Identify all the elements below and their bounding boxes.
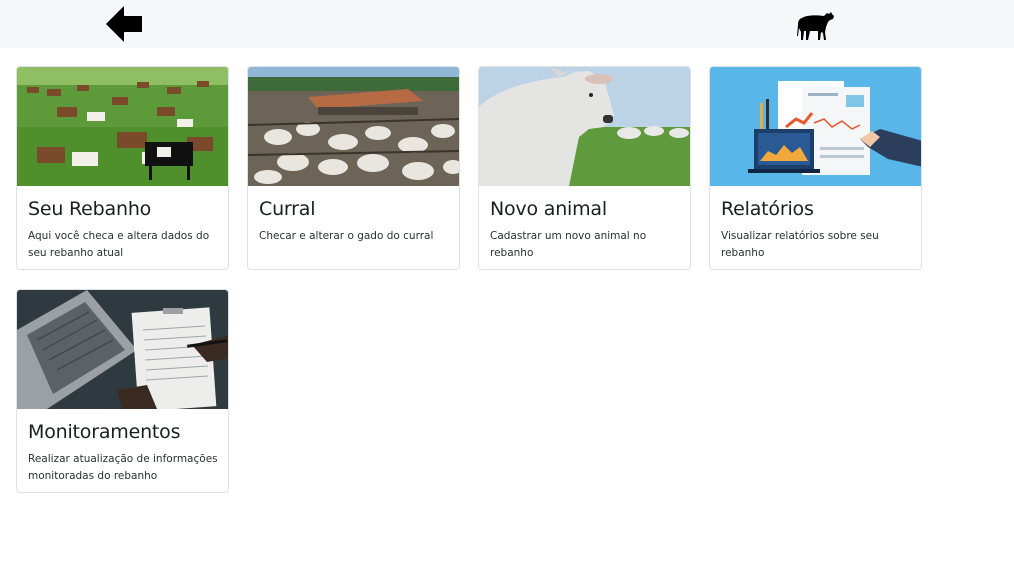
card-relatorios[interactable]: Relatórios Visualizar relatórios sobre s…: [709, 66, 922, 270]
card-curral[interactable]: Curral Checar e alterar o gado do curral: [247, 66, 460, 270]
card-title: Curral: [259, 198, 316, 220]
cows-grazing-photo: [17, 67, 228, 186]
card-title: Novo animal: [490, 198, 607, 220]
card-monitoramentos[interactable]: Monitoramentos Realizar atualização de i…: [16, 289, 229, 493]
cow-logo: [796, 8, 836, 42]
corral-cattle-photo: [248, 67, 459, 186]
arrow-left-icon: [106, 6, 142, 42]
card-description: Visualizar relatórios sobre seu rebanho: [721, 230, 879, 259]
card-title: Monitoramentos: [28, 421, 181, 443]
white-bull-photo: [479, 67, 690, 186]
card-description: Checar e alterar o gado do curral: [259, 230, 434, 242]
back-button[interactable]: [104, 5, 144, 43]
top-navbar: [0, 0, 1014, 48]
reports-illustration: [710, 67, 921, 186]
cow-icon: [797, 12, 834, 40]
card-seu-rebanho[interactable]: Seu Rebanho Aqui você checa e altera dad…: [16, 66, 229, 270]
card-description: Realizar atualização de informações moni…: [28, 453, 218, 482]
laptop-clipboard-photo: [17, 290, 228, 409]
card-description: Aqui você checa e altera dados do seu re…: [28, 230, 210, 259]
card-title: Seu Rebanho: [28, 198, 152, 220]
card-title: Relatórios: [721, 198, 814, 220]
card-description: Cadastrar um novo animal no rebanho: [490, 230, 647, 259]
card-novo-animal[interactable]: Novo animal Cadastrar um novo animal no …: [478, 66, 691, 270]
